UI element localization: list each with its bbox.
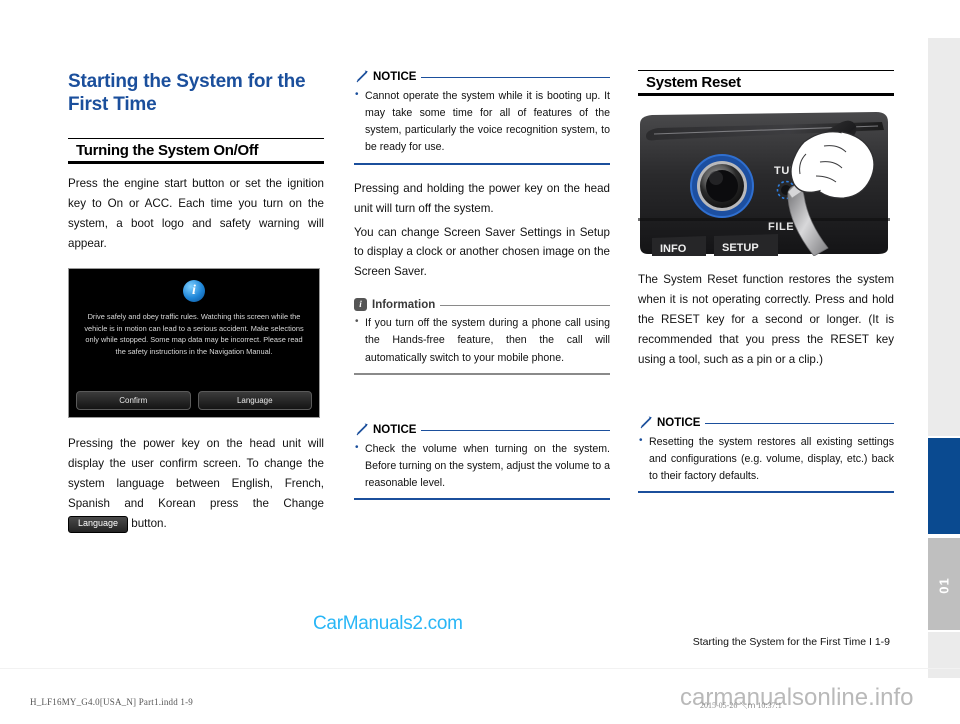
paragraph-screen-saver: You can change Screen Saver Settings in … xyxy=(354,225,610,279)
page-footer: Starting the System for the First Time I… xyxy=(692,636,890,648)
tab-band-blue xyxy=(928,438,960,534)
tab-band-gray-bottom xyxy=(928,632,960,678)
notice-reset-bullet: Resetting the system restores all existi… xyxy=(638,433,894,485)
notice-reset-title: NOTICE xyxy=(657,416,701,429)
notice-volume-footer-rule xyxy=(354,498,610,501)
section-heading-system-reset: System Reset xyxy=(638,70,894,96)
manual-page: 01 Starting the System for the First Tim… xyxy=(0,0,960,724)
nav-screen-warning-text: Drive safely and obey traffic rules. Wat… xyxy=(84,312,304,356)
paragraph-engine-start: Press the engine start button or set the… xyxy=(68,177,324,251)
notice-volume-header-rule xyxy=(421,429,610,431)
info-button-label: INFO xyxy=(660,243,687,255)
notice-reset-footer-rule xyxy=(638,491,894,494)
paragraph-power-off: Pressing and holding the power key on th… xyxy=(354,181,610,215)
paragraph-system-reset: The System Reset function restores the s… xyxy=(638,273,894,366)
page-title: Starting the System for the First Time xyxy=(68,71,306,116)
setup-button-label: SETUP xyxy=(722,242,759,254)
language-chip[interactable]: Language xyxy=(68,515,129,533)
information-bullet: If you turn off the system during a phon… xyxy=(354,314,610,366)
notice-volume: NOTICE Check the volume when turning on … xyxy=(354,423,610,501)
notice-volume-header: NOTICE xyxy=(354,423,610,437)
information-header: i Information xyxy=(354,298,610,312)
information-bullet-list: If you turn off the system during a phon… xyxy=(354,314,610,366)
info-badge-icon: i xyxy=(354,298,367,312)
chapter-tab-strip: 01 xyxy=(928,38,960,678)
language-button[interactable]: Language xyxy=(197,391,312,411)
watermark-carmanuals2: CarManuals2.com xyxy=(313,613,463,634)
information-handsfree: i Information If you turn off the system… xyxy=(354,298,610,375)
tab-band-gray-top xyxy=(928,38,960,436)
column-left: Starting the System for the First Time T… xyxy=(68,70,324,534)
information-title: Information xyxy=(372,298,436,311)
notice-volume-title: NOTICE xyxy=(373,423,417,436)
pencil-icon xyxy=(356,423,368,436)
pencil-icon xyxy=(640,416,652,429)
notice-reset-header: NOTICE xyxy=(638,416,894,430)
head-unit-illustration: TUNE FILE INFO SETUP xyxy=(638,106,890,256)
paragraph-power-key-text-before: Pressing the power key on the head unit … xyxy=(68,437,324,510)
notice-bullet: Cannot operate the system while it is bo… xyxy=(354,87,610,157)
section-heading-turning-system-on-off: Turning the System On/Off xyxy=(68,138,324,165)
notice-factory-defaults: NOTICE Resetting the system restores all… xyxy=(638,416,894,494)
notice-footer-rule xyxy=(354,162,610,165)
info-circle-icon: i xyxy=(183,280,205,303)
print-timestamp: 2015-05-26 ＼ｍ 10:37:1 xyxy=(700,701,782,710)
notice-header-rule xyxy=(421,77,610,78)
confirm-button[interactable]: Confirm xyxy=(76,391,191,411)
pencil-icon xyxy=(356,70,368,83)
nav-screen-button-row: Confirm Language xyxy=(76,391,312,411)
notice-reset-bullet-list: Resetting the system restores all existi… xyxy=(638,433,894,485)
print-metadata: H_LF16MY_G4.0[USA_N] Part1.indd 1-9 xyxy=(30,697,193,707)
chapter-tab-number: 01 xyxy=(936,577,952,594)
notice-reset-header-rule xyxy=(705,422,894,424)
column-middle: NOTICE Cannot operate the system while i… xyxy=(354,70,610,514)
footer-divider xyxy=(0,668,960,669)
nav-warning-screen-image: i Drive safely and obey traffic rules. W… xyxy=(68,268,320,419)
notice-booting: NOTICE Cannot operate the system while i… xyxy=(354,70,610,165)
information-header-rule xyxy=(440,304,610,306)
notice-volume-bullet-list: Check the volume when turning on the sys… xyxy=(354,440,610,492)
paragraph-power-key-language: Pressing the power key on the head unit … xyxy=(68,434,324,534)
paragraph-power-key-text-after: button. xyxy=(128,516,167,530)
notice-bullet-list: Cannot operate the system while it is bo… xyxy=(354,87,610,157)
information-footer-rule xyxy=(354,372,610,375)
notice-header: NOTICE xyxy=(354,70,610,84)
head-unit-reset-photo: TUNE FILE INFO SETUP xyxy=(638,106,890,256)
button-row: INFO SETUP xyxy=(652,234,778,256)
notice-title: NOTICE xyxy=(373,71,417,83)
notice-volume-bullet: Check the volume when turning on the sys… xyxy=(354,440,610,492)
column-right: System Reset TUNE FILE INFO SETUP The Sy… xyxy=(638,70,894,507)
tune-knob xyxy=(690,154,754,218)
file-label: FILE xyxy=(768,221,794,233)
